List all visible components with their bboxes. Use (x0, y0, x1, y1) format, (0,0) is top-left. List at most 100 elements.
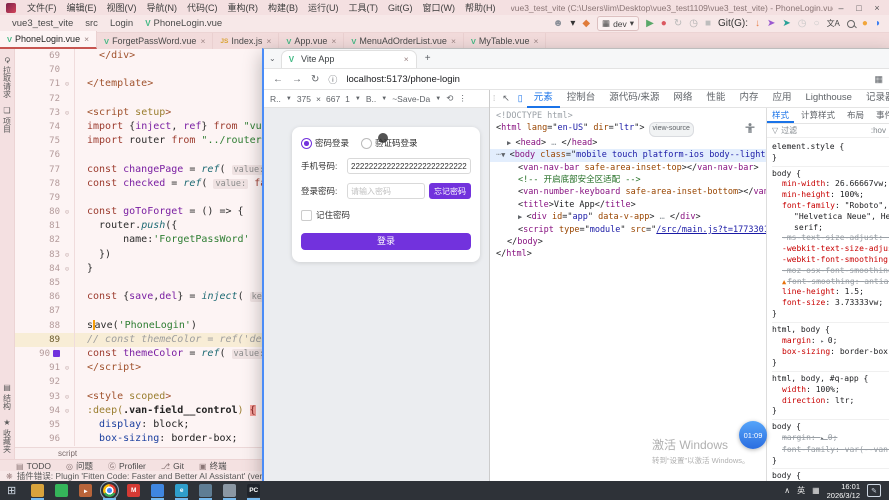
css-property[interactable]: -webkit-font-smoothing: anti; (772, 255, 889, 266)
css-property[interactable]: min-height: 100%; (772, 190, 889, 201)
tab-close-icon[interactable]: × (200, 36, 205, 46)
notification-icon[interactable]: ✎ (867, 484, 881, 497)
css-property[interactable]: width: 100%; (772, 385, 889, 396)
tab-close-icon[interactable]: × (533, 36, 538, 46)
filter-label[interactable]: 过滤 (781, 125, 797, 136)
password-input[interactable] (347, 183, 425, 199)
css-property[interactable]: ▲font-smoothing: antialiased; (772, 277, 889, 288)
inspect-element-icon[interactable]: ↖ (502, 93, 510, 104)
breadcrumb-item[interactable]: vue3_test_vite (12, 18, 73, 29)
devtools-tab-8[interactable]: 记录器 (859, 90, 889, 108)
extensions-icon[interactable]: ▦ (874, 74, 883, 85)
rerun-icon[interactable]: ↻ (674, 17, 682, 31)
css-property[interactable]: -moz-osx-font-smoothing: gra; (772, 266, 889, 277)
tab-search-icon[interactable]: ⌄ (269, 54, 276, 63)
browser-tab[interactable]: V Vite App × (280, 49, 417, 68)
device-mode-select[interactable]: R.. (270, 94, 281, 104)
taskbar-gray-app[interactable] (223, 484, 237, 500)
translate-icon[interactable]: 文A (827, 18, 840, 29)
new-tab-button[interactable]: + (425, 53, 431, 64)
css-property[interactable]: font-family: var(--van-base-; (772, 445, 889, 456)
profile-icon[interactable]: ☻ (553, 17, 564, 31)
dom-node[interactable]: ▶ <head> … </head> (490, 137, 766, 149)
dom-node[interactable]: <title>Vite App</title> (490, 199, 766, 211)
devtools-tab-7[interactable]: Lighthouse (798, 90, 858, 108)
device-width[interactable]: 375 (297, 94, 311, 104)
styles-tab-0[interactable]: 样式 (767, 108, 795, 123)
fold-marker[interactable]: ⊙ (60, 361, 74, 375)
tray-chevron-icon[interactable]: ∧ (784, 486, 790, 495)
dom-node[interactable]: ⋯▼ <body class="mobile touch platform-io… (490, 149, 766, 162)
git-pull-icon[interactable]: ➤ (782, 17, 790, 31)
menu-item[interactable]: 导航(N) (142, 3, 183, 13)
fold-marker[interactable]: ⊙ (60, 205, 74, 219)
menu-item[interactable]: 窗口(W) (418, 3, 461, 13)
dom-node[interactable]: <!DOCTYPE html> (490, 110, 766, 122)
editor-tab-menuadorderlist-vue[interactable]: V MenuAdOrderList.vue × (344, 33, 464, 49)
dom-node[interactable]: </html> (490, 248, 766, 260)
dom-node[interactable]: <van-number-keyboard safe-area-inset-bot… (490, 186, 766, 198)
menu-item[interactable]: 运行(U) (303, 3, 344, 13)
css-property[interactable]: font-family: "Roboto", "-app; (772, 201, 889, 212)
dom-node[interactable]: <van-nav-bar safe-area-inset-top></van-n… (490, 162, 766, 174)
device-toggle-icon[interactable]: ▯ (518, 93, 523, 104)
fold-marker[interactable]: ⊙ (60, 262, 74, 276)
rail-item-结构[interactable]: ▤ 结构 (2, 383, 13, 410)
tab-close-icon[interactable]: × (84, 34, 89, 44)
devtools-tab-1[interactable]: 控制台 (560, 90, 603, 108)
update-icon[interactable]: ● (862, 17, 868, 31)
tab-close-icon[interactable]: × (266, 36, 271, 46)
rotate-icon[interactable]: ⟲ (446, 93, 453, 104)
editor-tab-phonelogin-vue[interactable]: V PhoneLogin.vue × (0, 31, 98, 49)
menu-item[interactable]: 重构(R) (223, 3, 264, 13)
editor-tab-mytable-vue[interactable]: V MyTable.vue × (464, 33, 547, 49)
taskbar-edge[interactable]: e (175, 484, 189, 500)
styles-tab-2[interactable]: 布局 (842, 108, 869, 123)
tab-close-icon[interactable]: × (404, 54, 409, 64)
css-property[interactable]: margin: ▸ 0; (772, 433, 889, 445)
run-config-select[interactable]: ▦ dev ▾ (597, 16, 640, 31)
url-field[interactable]: localhost:5173/phone-login (346, 74, 460, 85)
dom-node[interactable]: <script type="module" src="/src/main.js?… (490, 224, 766, 236)
devtools-tab-3[interactable]: 网络 (666, 90, 699, 108)
profile-select[interactable]: ~Save-Da (392, 94, 430, 104)
menu-item[interactable]: 帮助(H) (460, 3, 501, 13)
styles-tab-1[interactable]: 计算样式 (796, 108, 840, 123)
editor-tab-app-vue[interactable]: V App.vue × (279, 33, 345, 49)
phone-input[interactable] (347, 158, 471, 174)
taskbar-video-app[interactable]: ▸ (79, 484, 93, 497)
css-property[interactable]: box-sizing: border-box; (772, 347, 889, 358)
device-height[interactable]: 667 (326, 94, 340, 104)
touch-keyboard-icon[interactable]: ▦ (812, 486, 820, 495)
dom-node[interactable]: <!-- 开启底部安全区适配 --> (490, 174, 766, 186)
stop-icon[interactable]: ■ (705, 17, 711, 31)
assistant-icon[interactable]: ◗ (875, 17, 881, 31)
elements-tree[interactable]: <!DOCTYPE html> <html lang="en-US" dir="l… (490, 108, 766, 482)
css-property[interactable]: -webkit-text-size-adjust: 100%; (772, 244, 889, 255)
dom-node[interactable]: </body> (490, 236, 766, 248)
close-button[interactable]: × (869, 1, 885, 15)
styles-tab-3[interactable]: 事件监听器 (871, 108, 889, 123)
splitter-handle[interactable]: ⁞ (493, 94, 495, 103)
menu-item[interactable]: 文件(F) (22, 3, 62, 13)
devtools-tab-2[interactable]: 源代码/来源 (602, 90, 666, 108)
git-update-icon[interactable]: ↓ (755, 17, 760, 31)
search-icon[interactable] (846, 19, 855, 28)
css-property[interactable]: font-size: 3.73333vw; (772, 298, 889, 309)
debug-stop-icon[interactable]: ● (661, 17, 667, 31)
taskbar-chrome[interactable] (100, 481, 120, 500)
git-history-icon[interactable]: ◷ (798, 17, 807, 31)
git-push-icon[interactable]: ➤ (767, 17, 775, 31)
fold-marker[interactable]: ⊙ (60, 390, 74, 404)
forget-password-button[interactable]: 忘记密码 (429, 183, 471, 199)
breadcrumb-item[interactable]: V PhoneLogin.vue (145, 18, 222, 29)
git-cloud-icon[interactable]: ○ (814, 17, 820, 31)
taskbar-quark[interactable] (151, 484, 165, 500)
dom-node[interactable]: ▶ <div id="app" data-v-app> … </div> (490, 211, 766, 223)
rail-item-项目[interactable]: ❏ 项目 (2, 106, 13, 133)
editor-tab-forgetpassword-vue[interactable]: V ForgetPassWord.vue × (97, 33, 214, 49)
menu-item[interactable]: 编辑(E) (62, 3, 102, 13)
build-icon[interactable]: ◆ (582, 17, 590, 31)
maximize-button[interactable]: □ (851, 1, 867, 15)
devtools-tab-0[interactable]: 元素 (526, 90, 560, 108)
